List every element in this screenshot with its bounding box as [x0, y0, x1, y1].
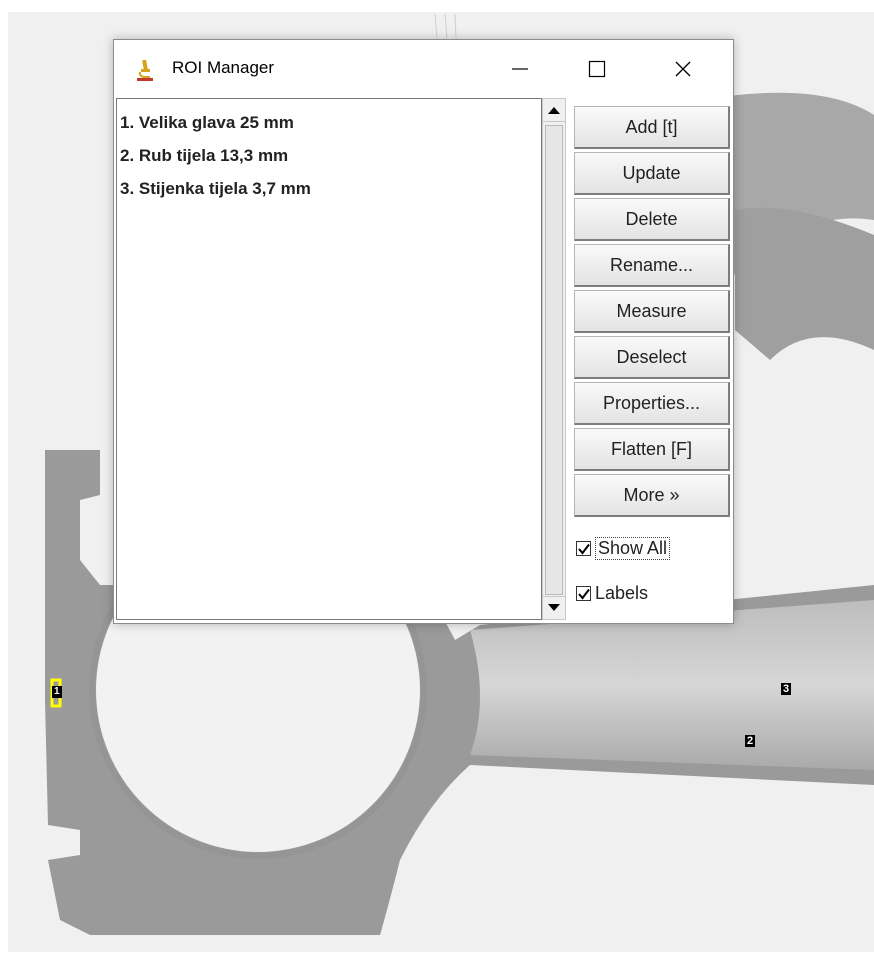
- more-button[interactable]: More »: [574, 474, 730, 517]
- minimize-button[interactable]: [492, 40, 548, 98]
- title-bar[interactable]: ROI Manager: [114, 40, 733, 98]
- labels-label: Labels: [595, 583, 649, 603]
- show-all-label: Show All: [595, 537, 671, 560]
- labels-checkbox[interactable]: Labels: [576, 583, 648, 604]
- close-icon: [675, 61, 691, 77]
- scroll-thumb[interactable]: [545, 125, 563, 595]
- deselect-button[interactable]: Deselect: [574, 336, 730, 379]
- window-title: ROI Manager: [172, 58, 275, 77]
- roi-label-3: 3: [781, 683, 792, 695]
- roi-list[interactable]: 1. Velika glava 25 mm 2. Rub tijela 13,3…: [116, 98, 542, 620]
- minimize-icon: [512, 68, 528, 70]
- flatten-button[interactable]: Flatten [F]: [574, 428, 730, 471]
- microscope-icon: [137, 59, 153, 81]
- update-button[interactable]: Update: [574, 152, 730, 195]
- button-panel: Add [t] Update Delete Rename... Measure …: [574, 106, 730, 520]
- roi-manager-window: ROI Manager 1. Velika glava 25 mm 2. Rub…: [113, 39, 734, 624]
- measure-button[interactable]: Measure: [574, 290, 730, 333]
- vertical-scrollbar[interactable]: [542, 98, 566, 620]
- list-item[interactable]: 1. Velika glava 25 mm: [120, 113, 311, 147]
- properties-button[interactable]: Properties...: [574, 382, 730, 425]
- show-all-checkbox[interactable]: Show All: [576, 537, 671, 560]
- arrow-down-icon: [548, 604, 560, 611]
- roi-label-1: 1: [52, 686, 62, 698]
- maximize-button[interactable]: [569, 40, 625, 98]
- delete-button[interactable]: Delete: [574, 198, 730, 241]
- roi-label-2: 2: [745, 735, 756, 747]
- arrow-up-icon: [548, 107, 560, 114]
- list-item[interactable]: 2. Rub tijela 13,3 mm: [120, 146, 311, 180]
- add-button[interactable]: Add [t]: [574, 106, 730, 149]
- rename-button[interactable]: Rename...: [574, 244, 730, 287]
- checkbox-checked-icon[interactable]: [576, 586, 591, 601]
- scroll-down-button[interactable]: [543, 596, 565, 619]
- list-item[interactable]: 3. Stijenka tijela 3,7 mm: [120, 179, 311, 213]
- close-button[interactable]: [655, 40, 711, 98]
- checkbox-checked-icon[interactable]: [576, 541, 591, 556]
- maximize-icon: [588, 60, 606, 78]
- scroll-up-button[interactable]: [543, 99, 565, 122]
